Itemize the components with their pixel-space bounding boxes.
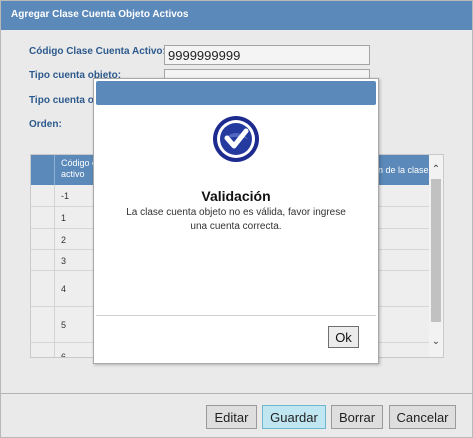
validation-modal: Validación La clase cuenta objeto no es … (93, 78, 379, 364)
modal-divider (96, 315, 376, 316)
cancelar-button[interactable]: Cancelar (389, 405, 456, 429)
borrar-button[interactable]: Borrar (331, 405, 383, 429)
guardar-button[interactable]: Guardar (262, 405, 326, 429)
row-code: 3 (61, 256, 67, 266)
table-scrollbar[interactable]: ⌃ ⌄ (429, 155, 443, 357)
row-code: -1 (61, 191, 70, 201)
tipo-cuenta-label-2: Tipo cuenta o (29, 95, 94, 106)
row-selector[interactable] (31, 229, 55, 249)
editar-button[interactable]: Editar (206, 405, 257, 429)
codigo-label: Código Clase Cuenta Activo: (29, 46, 166, 57)
row-selector[interactable] (31, 250, 55, 270)
modal-header[interactable] (96, 81, 376, 105)
row-selector[interactable] (31, 207, 55, 228)
scroll-down-icon[interactable]: ⌄ (429, 335, 443, 349)
orden-label: Orden: (29, 119, 62, 130)
footer-divider (1, 393, 472, 394)
row-code: 2 (61, 235, 67, 245)
row-code: 1 (61, 213, 67, 223)
select-column-header (31, 155, 55, 185)
row-selector[interactable] (31, 271, 55, 306)
modal-message: La clase cuenta objeto no es válida, fav… (126, 207, 346, 232)
row-selector[interactable] (31, 307, 55, 342)
row-selector[interactable] (31, 185, 55, 206)
check-circle-icon (213, 116, 259, 162)
ok-button[interactable]: Ok (328, 326, 359, 348)
scroll-up-icon[interactable]: ⌃ (429, 163, 443, 177)
row-code: 6 (61, 352, 67, 358)
scroll-thumb[interactable] (431, 179, 441, 322)
row-code: 4 (61, 284, 67, 294)
row-selector[interactable] (31, 343, 55, 357)
descripcion-column-header[interactable]: n de la clase (378, 165, 433, 175)
dialog-title: Agregar Clase Cuenta Objeto Activos (1, 1, 472, 30)
row-code: 5 (61, 320, 67, 330)
codigo-input[interactable] (164, 45, 370, 65)
modal-title: Validación (201, 188, 271, 204)
